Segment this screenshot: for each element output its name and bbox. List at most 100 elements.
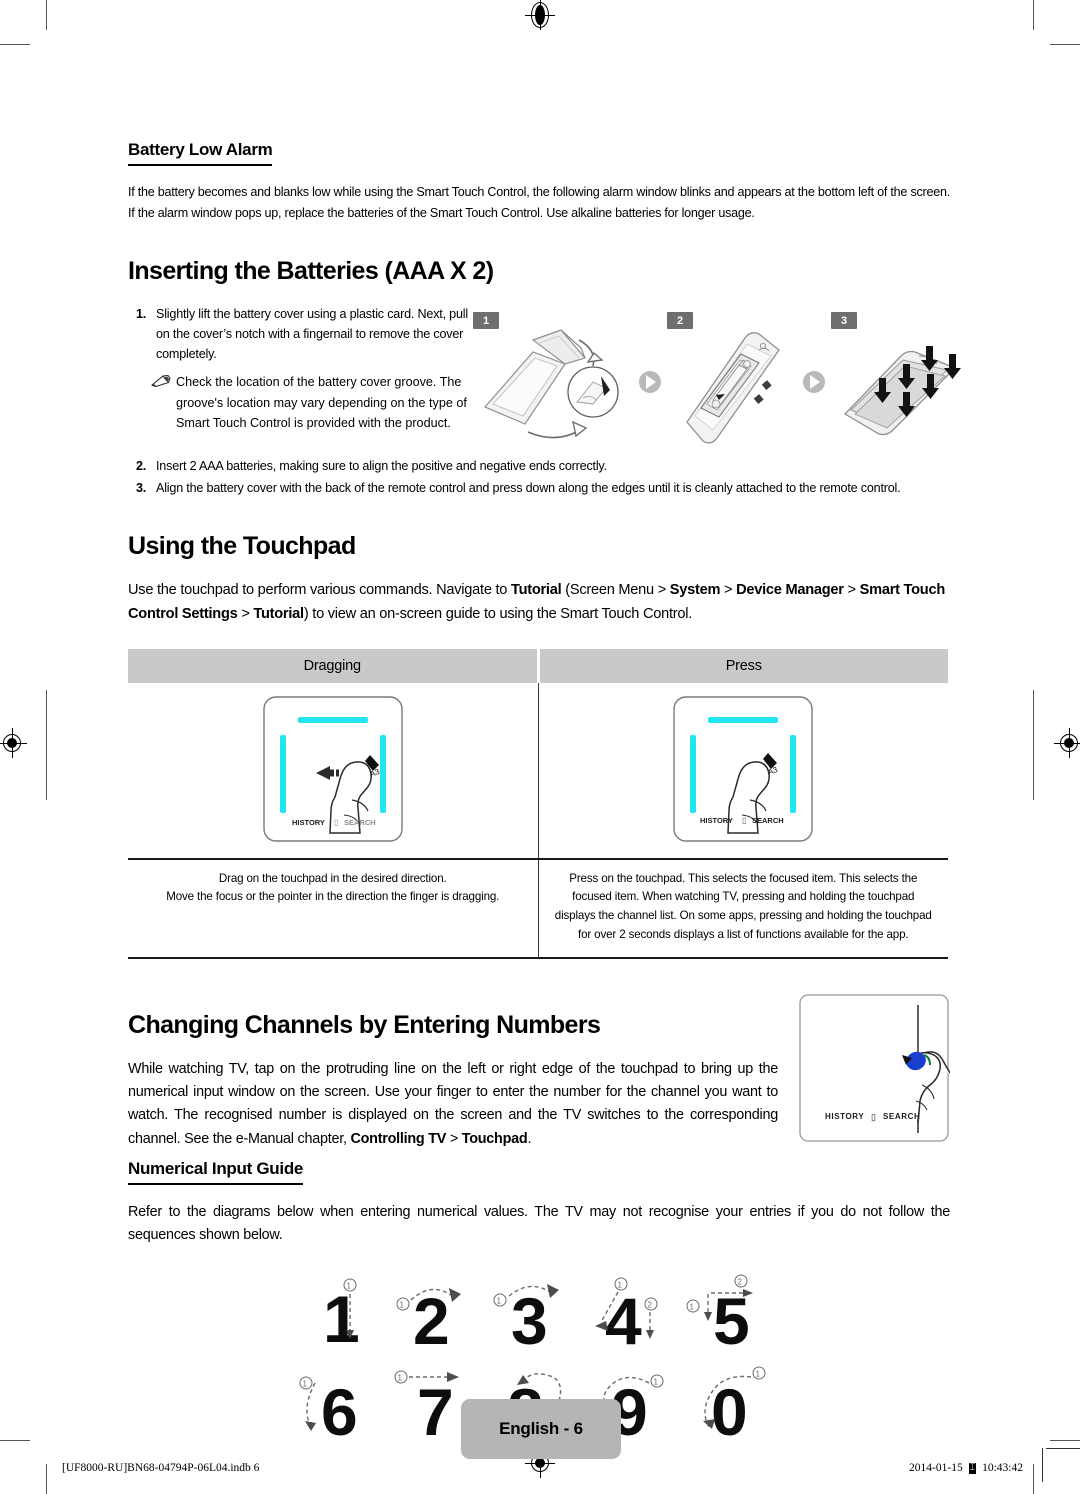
numeral-2: 2 1 xyxy=(387,1274,483,1358)
touchpad-illustration-dragging: A3 HISTORY ▯ SEARCH xyxy=(262,695,404,848)
footer-time: 10:43:42 xyxy=(982,1462,1023,1474)
numeral-row-1: 1 1 2 1 3 1 4 1 2 5 1 2 xyxy=(299,1274,779,1358)
step-number: 2. xyxy=(136,459,147,474)
using-touchpad-intro: Use the touchpad to perform various comm… xyxy=(128,579,950,626)
battery-insertion-figures: 1 2 3 xyxy=(473,304,976,452)
svg-text:2: 2 xyxy=(648,1300,653,1309)
table-header-press: Press xyxy=(538,648,948,683)
footer-rule-vertical xyxy=(1042,1448,1043,1482)
battery-figure-2: 2 xyxy=(667,312,797,452)
section-battery-low-alarm: Battery Low Alarm If the battery becomes… xyxy=(128,140,950,223)
changing-channels-heading: Changing Channels by Entering Numbers xyxy=(128,1010,601,1039)
table-header-row: Dragging Press xyxy=(128,648,948,683)
manual-page: Battery Low Alarm If the battery becomes… xyxy=(0,0,1080,1494)
figure-badge: 1 xyxy=(473,312,499,330)
svg-text:▯: ▯ xyxy=(871,1112,876,1122)
svg-text:7: 7 xyxy=(417,1375,454,1445)
pencil-note-icon xyxy=(150,372,176,432)
step-text: Insert 2 AAA batteries, making sure to a… xyxy=(156,459,607,474)
svg-text:1: 1 xyxy=(323,1282,360,1352)
svg-text:1: 1 xyxy=(654,1377,659,1386)
svg-text:HISTORY: HISTORY xyxy=(292,818,325,827)
intro-bold-tutorial-2: Tutorial xyxy=(253,605,304,622)
figure-badge: 3 xyxy=(831,312,857,330)
svg-text:1: 1 xyxy=(347,1281,352,1290)
intro-bold-device-manager: Device Manager xyxy=(736,582,844,599)
step-item: 2. Insert 2 AAA batteries, making sure t… xyxy=(128,456,950,476)
step-number: 1. xyxy=(136,307,147,322)
battery-low-alarm-heading: Battery Low Alarm xyxy=(128,140,273,166)
numeral-1: 1 1 xyxy=(299,1274,387,1357)
intro-part: > xyxy=(237,605,254,622)
cc-bold-controlling-tv: Controlling TV xyxy=(350,1130,447,1147)
numeral-5: 5 1 2 xyxy=(679,1274,779,1358)
press-description: Press on the touchpad. This selects the … xyxy=(538,857,948,959)
registration-mark-right-icon xyxy=(1054,728,1080,758)
footer-timestamp: 2014-01-15 ⌶ 10:43:42 xyxy=(909,1462,1023,1474)
touchpad-gestures-table: Dragging Press A3 HISTORY ▯ SEARCH A3 HI… xyxy=(128,648,948,959)
footer-glyph-icon: ⌶ xyxy=(968,1462,977,1474)
note-battery-groove: Check the location of the battery cover … xyxy=(128,372,473,432)
battery-figure-3: 3 xyxy=(831,312,976,452)
footer-file-reference: [UF8000-RU]BN68-04794P-06L04.indb 6 xyxy=(62,1462,260,1474)
svg-text:3: 3 xyxy=(511,1284,548,1352)
using-touchpad-heading: Using the Touchpad xyxy=(128,532,356,561)
step-text: Slightly lift the battery cover using a … xyxy=(156,307,468,362)
inserting-batteries-heading: Inserting the Batteries (AAA X 2) xyxy=(128,257,494,286)
svg-text:6: 6 xyxy=(321,1375,358,1445)
intro-part: Use the touchpad to perform various comm… xyxy=(128,582,511,599)
footer-date: 2014-01-15 xyxy=(909,1462,963,1474)
numeral-0: 0 1 xyxy=(683,1363,787,1450)
numerical-input-guide-body: Refer to the diagrams below when enterin… xyxy=(128,1204,950,1244)
cc-bold-touchpad: Touchpad xyxy=(461,1130,528,1147)
svg-text:1: 1 xyxy=(618,1280,623,1289)
table-header-dragging: Dragging xyxy=(128,648,540,683)
changing-channels-body: While watching TV, tap on the protruding… xyxy=(128,1058,778,1151)
changing-channels-figure: HISTORY ▯ SEARCH xyxy=(778,989,950,1151)
section-using-touchpad: Using the Touchpad Use the touchpad to p… xyxy=(128,532,950,959)
svg-text:1: 1 xyxy=(690,1302,695,1311)
page-number-badge: English - 6 xyxy=(461,1399,621,1459)
page-content: Battery Low Alarm If the battery becomes… xyxy=(128,140,961,1450)
intro-part: > xyxy=(720,582,737,599)
svg-text:1: 1 xyxy=(303,1379,308,1388)
intro-bold-system: System xyxy=(669,582,721,599)
intro-bold-tutorial: Tutorial xyxy=(510,582,562,599)
figure-arrow-icon-1 xyxy=(637,369,663,395)
dragging-figure-cell: A3 HISTORY ▯ SEARCH xyxy=(128,682,539,859)
svg-text:2: 2 xyxy=(738,1277,743,1286)
numerical-input-guide-heading: Numerical Input Guide xyxy=(128,1159,303,1186)
step-text: Align the battery cover with the back of… xyxy=(156,481,901,496)
step-1-with-figures: 1. Slightly lift the battery cover using… xyxy=(128,304,961,452)
figure-arrow-icon-2 xyxy=(801,369,827,395)
svg-text:SEARCH: SEARCH xyxy=(752,816,784,825)
intro-part: > xyxy=(843,582,860,599)
figure-badge: 2 xyxy=(667,312,693,330)
svg-text:1: 1 xyxy=(756,1369,761,1378)
svg-text:4: 4 xyxy=(605,1284,642,1352)
table-figure-row: A3 HISTORY ▯ SEARCH A3 HISTORY ▯ SEARCH xyxy=(128,682,948,859)
table-description-row: Drag on the touchpad in the desired dire… xyxy=(128,857,948,959)
cc-part: . xyxy=(527,1130,532,1147)
svg-text:▯: ▯ xyxy=(742,816,746,825)
battery-low-alarm-body: If the battery becomes and blanks low wh… xyxy=(128,185,950,220)
numeral-4: 4 1 2 xyxy=(579,1274,679,1358)
battery-figure-1: 1 xyxy=(473,312,633,452)
numeral-6: 6 1 xyxy=(291,1363,387,1450)
cc-part: > xyxy=(446,1130,462,1147)
footer-rule-horizontal xyxy=(1046,1448,1080,1449)
step-item: 1. Slightly lift the battery cover using… xyxy=(128,304,473,364)
svg-text:1: 1 xyxy=(400,1300,405,1309)
svg-text:1: 1 xyxy=(398,1373,403,1382)
svg-text:SEARCH: SEARCH xyxy=(344,818,376,827)
note-text: Check the location of the battery cover … xyxy=(176,375,467,430)
page-number-label: English - 6 xyxy=(499,1419,583,1438)
svg-text:1: 1 xyxy=(497,1296,502,1305)
step-item: 3. Align the battery cover with the back… xyxy=(128,478,950,498)
section-changing-channels: Changing Channels by Entering Numbers Wh… xyxy=(128,989,950,1151)
registration-mark-top-icon xyxy=(525,0,555,30)
dragging-description: Drag on the touchpad in the desired dire… xyxy=(128,857,539,959)
svg-text:HISTORY: HISTORY xyxy=(825,1112,864,1121)
svg-text:▯: ▯ xyxy=(334,818,338,827)
registration-mark-left-icon xyxy=(0,728,27,758)
